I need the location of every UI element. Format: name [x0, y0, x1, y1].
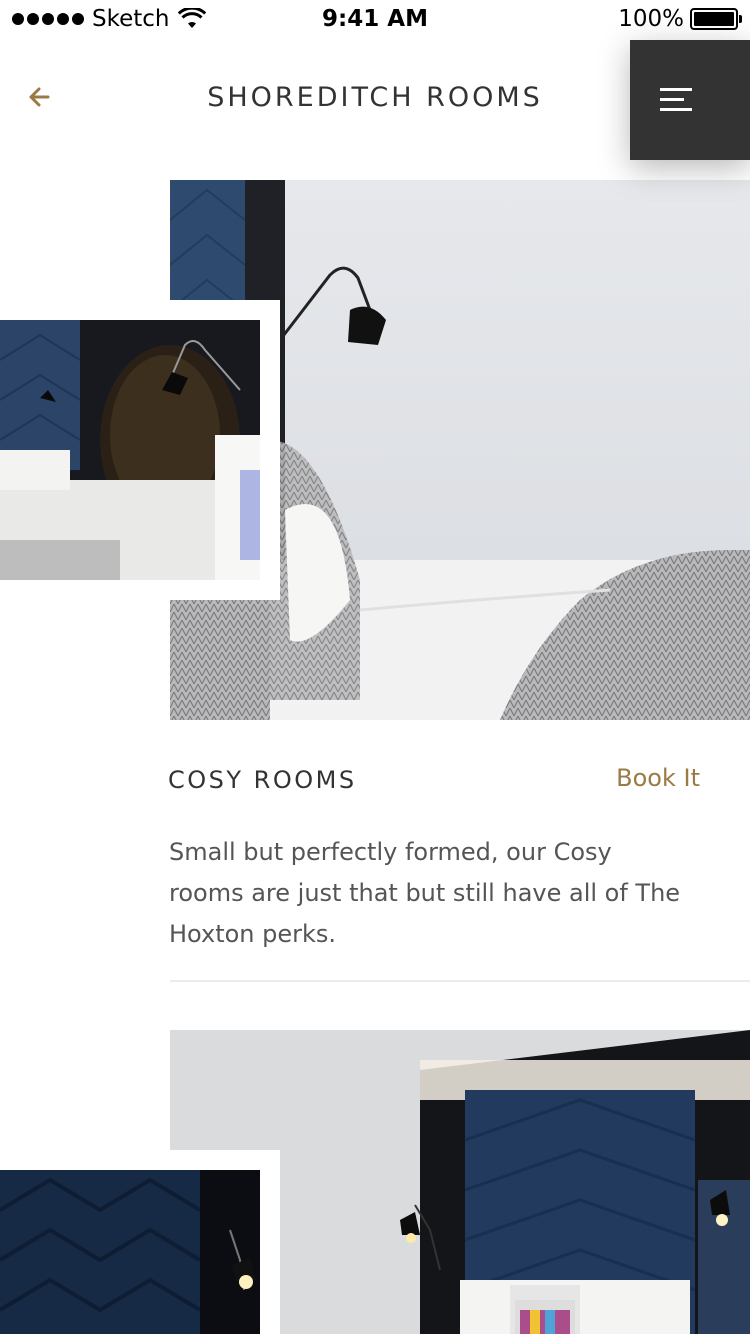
- battery-icon: [690, 8, 742, 30]
- status-bar: Sketch 9:41 AM 100%: [0, 0, 750, 40]
- headboard-photo: [0, 1170, 260, 1334]
- section-divider: [170, 980, 750, 982]
- battery-percent: 100%: [618, 6, 684, 32]
- book-it-link[interactable]: Book It: [616, 764, 700, 792]
- menu-button[interactable]: [630, 40, 750, 160]
- room-title: COSY ROOMS: [168, 766, 357, 794]
- status-bar-right: 100%: [618, 6, 742, 32]
- room-thumbnail-image[interactable]: [0, 320, 260, 580]
- bedroom-photo: [0, 320, 260, 580]
- hamburger-menu-icon: [660, 88, 692, 91]
- room-thumbnail-image-2[interactable]: [0, 1170, 260, 1334]
- room-description: Small but perfectly formed, our Cosy roo…: [169, 838, 681, 948]
